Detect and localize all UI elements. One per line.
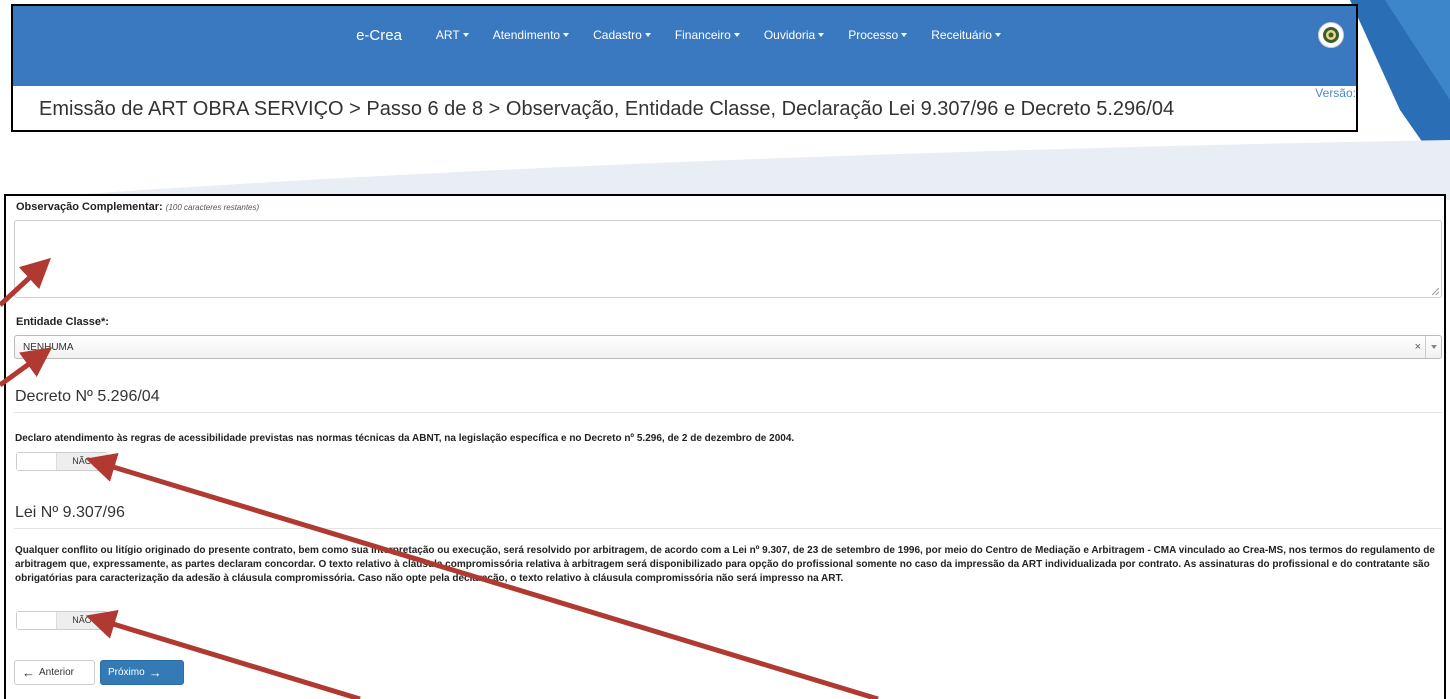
version-label: Versão: (1315, 86, 1356, 100)
divider (14, 528, 1442, 529)
caret-down-icon (563, 33, 570, 37)
nav-atendimento[interactable]: Atendimento (493, 28, 570, 42)
resize-grip-icon[interactable] (1431, 287, 1439, 295)
emblem-icon (1323, 27, 1339, 43)
nav-ouvidoria[interactable]: Ouvidoria (764, 28, 825, 42)
nav-receituario[interactable]: Receituário (931, 28, 1001, 42)
lei-title: Lei Nº 9.307/96 (15, 504, 125, 521)
divider (14, 412, 1442, 413)
nav-processo[interactable]: Processo (848, 28, 908, 42)
toggle-handle (17, 612, 57, 629)
next-button[interactable]: Próximo → (100, 660, 184, 685)
clear-icon[interactable]: × (1415, 341, 1421, 353)
toggle-handle (17, 453, 57, 470)
toggle-label: NÃO (57, 612, 107, 629)
nav-financeiro[interactable]: Financeiro (675, 28, 740, 42)
decreto-title: Decreto Nº 5.296/04 (15, 388, 160, 405)
nav-art[interactable]: ART (436, 28, 469, 42)
obs-char-counter: (100 caracteres restantes) (165, 203, 260, 212)
arrow-right-icon: → (148, 665, 162, 680)
decreto-text: Declaro atendimento às regras de acessib… (15, 433, 795, 444)
lei-text: Qualquer conflito ou litígio originado d… (15, 545, 1435, 584)
entidade-select[interactable]: NENHUMA × (14, 335, 1442, 359)
caret-down-icon (733, 33, 740, 37)
obs-label: Observação Complementar: (100 caracteres… (16, 201, 260, 213)
chevron-down-icon (1431, 345, 1437, 349)
form-panel: Observação Complementar: (100 caracteres… (4, 194, 1446, 699)
decreto-toggle[interactable]: NÃO (16, 452, 108, 471)
nav-cadastro[interactable]: Cadastro (593, 28, 651, 42)
caret-down-icon (462, 33, 469, 37)
arrow-left-icon: ← (22, 665, 35, 680)
caret-down-icon (994, 33, 1001, 37)
entidade-selected-value: NENHUMA (23, 342, 74, 353)
caret-down-icon (901, 33, 908, 37)
caret-down-icon (818, 33, 825, 37)
caret-down-icon (644, 33, 651, 37)
header-panel: e-Crea ART Atendimento Cadastro Financei… (11, 4, 1358, 132)
entidade-label: Entidade Classe*: (16, 316, 109, 328)
select-toggle[interactable] (1425, 336, 1441, 358)
previous-button[interactable]: ← Anterior (14, 660, 95, 685)
navbar: e-Crea ART Atendimento Cadastro Financei… (13, 6, 1356, 100)
brand-link[interactable]: e-Crea (356, 27, 402, 44)
background-swoosh (0, 140, 1450, 200)
user-avatar[interactable] (1318, 22, 1344, 48)
lei-toggle[interactable]: NÃO (16, 611, 108, 630)
page-breadcrumb: Emissão de ART OBRA SERVIÇO > Passo 6 de… (39, 98, 1175, 120)
obs-textarea[interactable] (14, 220, 1442, 298)
toggle-label: NÃO (57, 453, 107, 470)
